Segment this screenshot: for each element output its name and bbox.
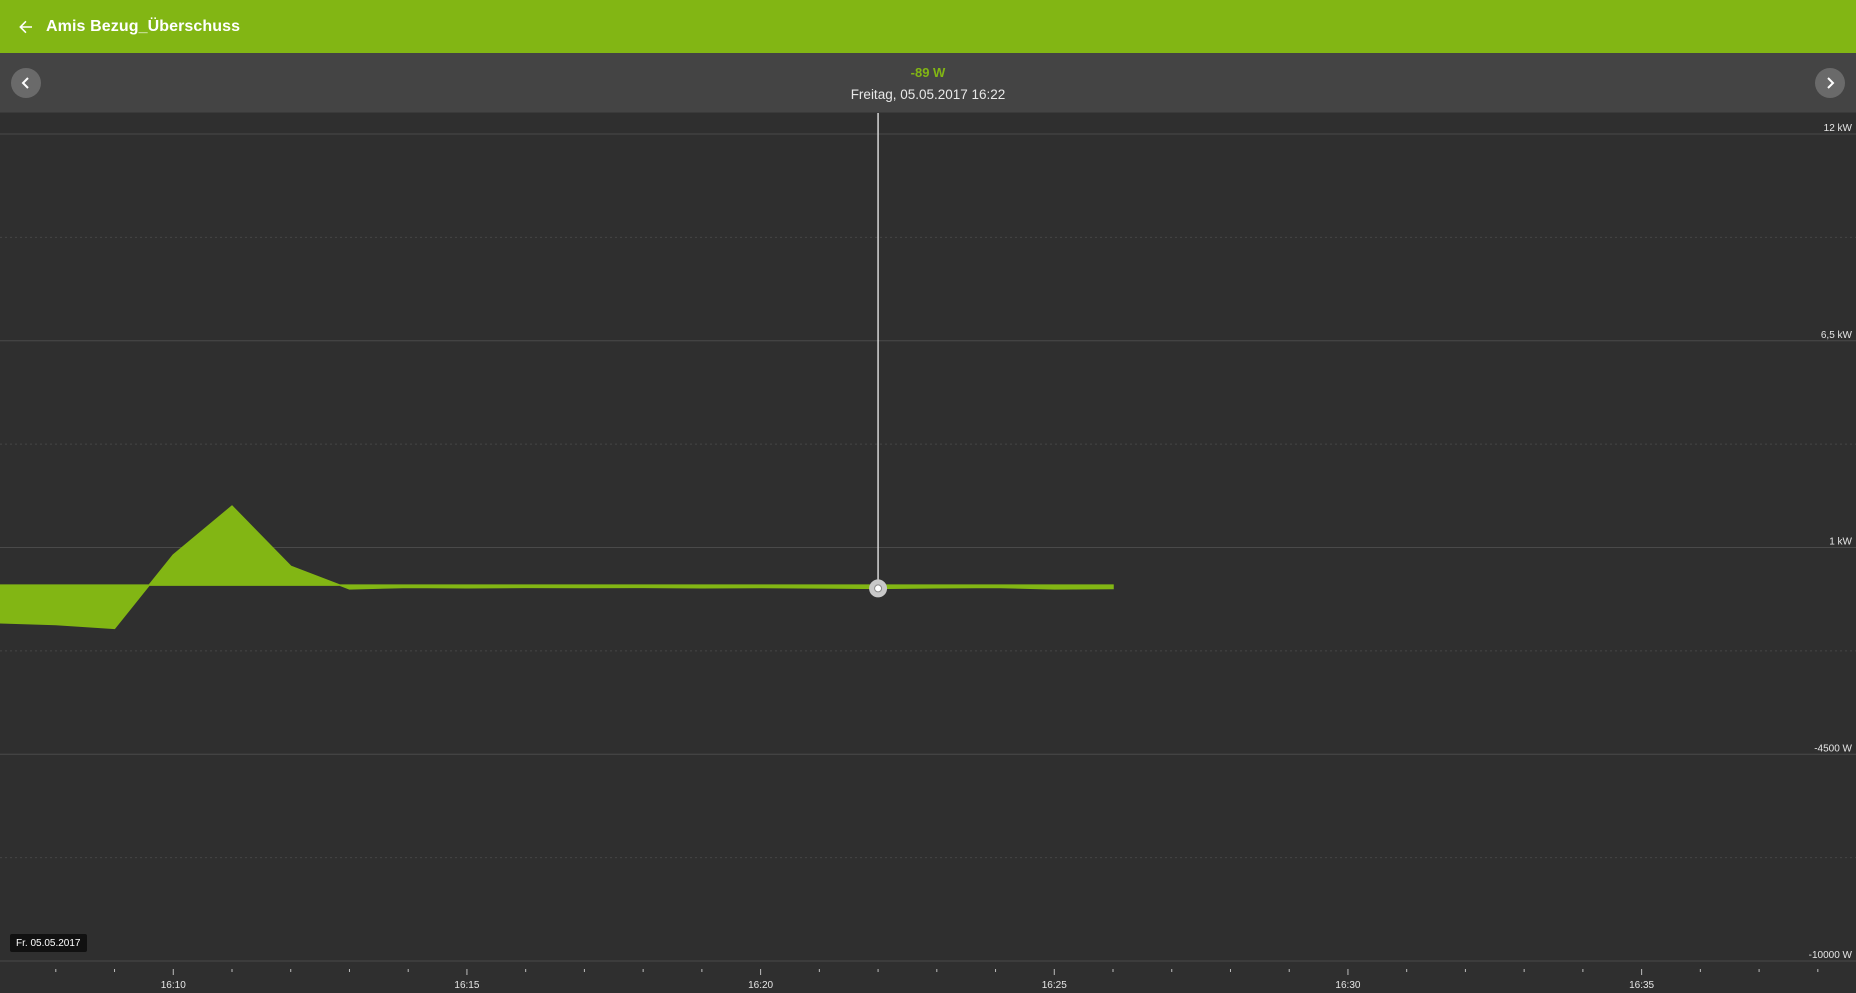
y-tick-label: -10000 W [1809, 950, 1853, 961]
y-tick-label: -4500 W [1814, 743, 1852, 754]
y-tick-label: 6,5 kW [1821, 330, 1853, 341]
x-tick-label: 16:20 [748, 980, 773, 991]
date-chip: Fr. 05.05.2017 [10, 934, 87, 952]
series-area[interactable] [0, 505, 1114, 630]
x-tick-label: 16:10 [161, 980, 186, 991]
app-root: Amis Bezug_Überschuss -89 W Freitag, 05.… [0, 0, 1856, 993]
y-tick-label: 12 kW [1824, 123, 1853, 134]
chart-area[interactable]: 12 kW 6,5 kW 1 kW -4500 W -10000 W 16:10 16:15… [0, 113, 1856, 993]
selected-value: -89 W [910, 65, 946, 80]
x-tick-label: 16:25 [1042, 980, 1067, 991]
app-bar: Amis Bezug_Überschuss [0, 0, 1856, 53]
x-tick-label: 16:15 [454, 980, 479, 991]
cursor-marker-inner [874, 584, 883, 593]
info-bar: -89 W Freitag, 05.05.2017 16:22 [0, 53, 1856, 113]
x-tick-label: 16:35 [1629, 980, 1654, 991]
selected-datetime: Freitag, 05.05.2017 16:22 [850, 87, 1006, 102]
y-tick-label: 1 kW [1829, 537, 1852, 548]
next-button[interactable] [1815, 68, 1845, 98]
power-chart[interactable]: 12 kW 6,5 kW 1 kW -4500 W -10000 W 16:10 16:15… [0, 113, 1856, 993]
page-title: Amis Bezug_Überschuss [46, 17, 241, 35]
back-button[interactable] [6, 0, 46, 53]
x-tick-label: 16:30 [1335, 980, 1360, 991]
chevron-right-icon [1827, 77, 1835, 89]
arrow-left-icon [19, 20, 32, 33]
